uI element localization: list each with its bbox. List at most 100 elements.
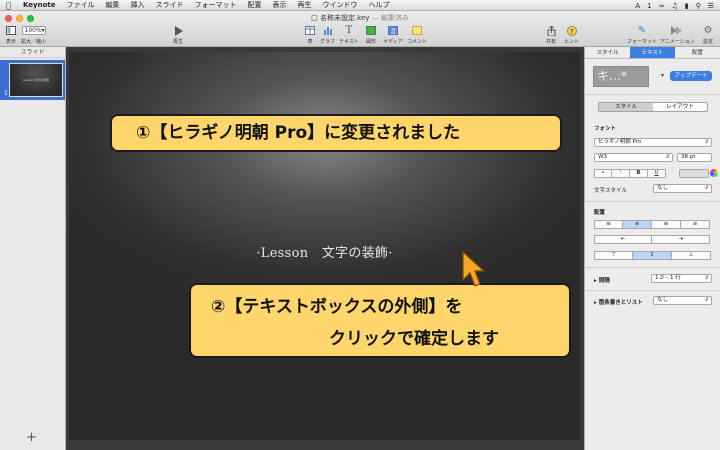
notification-icon[interactable]: ☰ bbox=[708, 2, 714, 10]
menu-slide[interactable]: スライド bbox=[156, 0, 184, 10]
font-family-select[interactable]: ヒラギノ明朝 Pro ⇵ bbox=[594, 138, 712, 147]
animate-icon bbox=[671, 25, 683, 36]
menu-help[interactable]: ヘルプ bbox=[369, 0, 390, 10]
share-icon bbox=[545, 25, 557, 36]
tips-button[interactable]: ? ヒント bbox=[564, 25, 579, 45]
play-icon bbox=[172, 25, 184, 36]
play-label: 再生 bbox=[172, 39, 183, 45]
chart-button[interactable]: グラフ bbox=[320, 25, 335, 45]
zoom-label: 拡大／縮小 bbox=[21, 39, 47, 45]
slide-text-box[interactable]: ·Lesson 文字の装飾· bbox=[69, 242, 580, 261]
format-label: フォーマット bbox=[627, 39, 658, 45]
document-settings-label: 設定 bbox=[702, 39, 713, 45]
animate-button[interactable]: アニメーション bbox=[660, 25, 695, 45]
spotlight-icon[interactable]: ⚲ bbox=[696, 2, 701, 10]
document-name: 名称未設定.key bbox=[319, 14, 370, 22]
shape-button[interactable]: 図形 bbox=[365, 25, 377, 45]
tab-text[interactable]: テキスト bbox=[630, 47, 675, 58]
status-area: A 1 ≈ ♫ ▮ ⚲ ☰ bbox=[635, 0, 714, 11]
document-title: □ 名称未設定.key — 編集済み bbox=[0, 13, 720, 23]
slide[interactable]: ·Lesson 文字の装飾· bbox=[69, 52, 580, 440]
menu-format[interactable]: フォーマット bbox=[195, 0, 237, 10]
horizontal-align-buttons: ≡ ≡ ≡ ≡ bbox=[594, 220, 710, 229]
spacing-disclosure[interactable]: ▸ 間隔 bbox=[594, 276, 610, 284]
divider bbox=[585, 267, 720, 268]
align-left-button[interactable]: ≡ bbox=[594, 220, 623, 229]
comment-button[interactable]: コメント bbox=[407, 25, 427, 45]
align-center-button[interactable]: ≡ bbox=[623, 220, 652, 229]
document-status: — 編集済み bbox=[371, 14, 409, 22]
bullets-label: 箇条書きとリスト bbox=[598, 300, 643, 306]
text-icon: T bbox=[345, 25, 353, 36]
segment-style[interactable]: スタイル bbox=[599, 103, 653, 111]
status-one[interactable]: 1 bbox=[647, 2, 651, 10]
play-button[interactable]: 再生 bbox=[172, 25, 184, 45]
align-right-button[interactable]: ≡ bbox=[652, 220, 681, 229]
update-button[interactable]: アップデート bbox=[670, 71, 712, 81]
tab-arrange[interactable]: 配置 bbox=[675, 47, 720, 58]
align-middle-button[interactable]: ↕ bbox=[633, 251, 672, 260]
menu-window[interactable]: ウインドウ bbox=[323, 0, 358, 10]
spacing-label: 間隔 bbox=[598, 278, 610, 284]
spacing-select[interactable]: 1.0 – 1 行 ⇵ bbox=[651, 274, 712, 283]
chevron-down-icon[interactable]: ▾ bbox=[661, 72, 664, 79]
add-slide-button[interactable]: + bbox=[26, 430, 37, 445]
segment-layout[interactable]: レイアウト bbox=[653, 103, 707, 111]
align-justify-button[interactable]: ≡ bbox=[681, 220, 710, 229]
thumbnail-text: Lesson 文字の装飾 bbox=[22, 78, 50, 82]
text-format-buttons: • ◝ B U bbox=[594, 169, 666, 178]
slide-thumbnail[interactable]: Lesson 文字の装飾 bbox=[9, 63, 63, 97]
chevron-updown-icon: ⇵ bbox=[665, 154, 670, 160]
bullets-select[interactable]: なし ⇵ bbox=[653, 296, 712, 305]
align-bottom-button[interactable]: ⊥ bbox=[672, 251, 711, 260]
menu-play[interactable]: 再生 bbox=[298, 0, 312, 10]
zoom-select[interactable]: 100% ▾ bbox=[21, 26, 46, 35]
battery-icon[interactable]: ▮ bbox=[685, 2, 689, 10]
underline-button[interactable]: U bbox=[648, 169, 666, 178]
menu-edit[interactable]: 編集 bbox=[106, 0, 120, 10]
font-size-field[interactable]: 38 pt bbox=[677, 153, 712, 162]
more-options-button[interactable]: • bbox=[594, 169, 612, 178]
menu-view[interactable]: 表示 bbox=[273, 0, 287, 10]
font-section-label: フォント bbox=[594, 126, 617, 132]
char-style-select[interactable]: なし ⇵ bbox=[653, 184, 712, 193]
bullets-disclosure[interactable]: ▸ 箇条書きとリスト bbox=[594, 298, 643, 306]
text-color-well[interactable] bbox=[679, 169, 709, 178]
text-button[interactable]: T テキスト bbox=[339, 25, 359, 45]
format-button[interactable]: ✎ フォーマット bbox=[627, 25, 657, 45]
table-button[interactable]: 表 bbox=[304, 25, 316, 45]
table-icon bbox=[304, 25, 316, 36]
menu-app[interactable]: Keynote bbox=[23, 1, 56, 9]
menu-bar:  Keynote ファイル 編集 挿入 スライド フォーマット 配置 表示 再… bbox=[0, 0, 720, 11]
slide-thumbnail-selected[interactable]: 1 Lesson 文字の装飾 bbox=[0, 60, 65, 100]
menu-file[interactable]: ファイル bbox=[67, 0, 95, 10]
status-letter-a[interactable]: A bbox=[635, 2, 640, 10]
slide-navigator: スライド 1 Lesson 文字の装飾 + bbox=[0, 47, 66, 450]
apple-menu-icon[interactable]:  bbox=[6, 1, 15, 10]
tab-style[interactable]: スタイル bbox=[585, 47, 630, 58]
media-button[interactable]: ♫ メディア bbox=[383, 25, 403, 45]
wifi-icon[interactable]: ≈ bbox=[659, 2, 665, 10]
increase-indent-button[interactable]: ⇥ bbox=[652, 235, 710, 244]
menu-arrange[interactable]: 配置 bbox=[248, 0, 262, 10]
align-top-button[interactable]: ⊤ bbox=[594, 251, 633, 260]
table-label: 表 bbox=[307, 39, 313, 45]
view-button[interactable]: 表示 bbox=[5, 25, 17, 45]
paragraph-style-preview[interactable]: キ…* bbox=[593, 66, 649, 87]
bold-button[interactable]: B bbox=[630, 169, 648, 178]
shape-icon bbox=[365, 25, 377, 36]
volume-icon[interactable]: ♫ bbox=[671, 2, 677, 10]
svg-text:♫: ♫ bbox=[390, 28, 396, 36]
chevron-updown-icon: ⇵ bbox=[704, 185, 709, 191]
italic-toggle-button[interactable]: ◝ bbox=[612, 169, 630, 178]
zoom-control[interactable]: 100% ▾ 拡大／縮小 bbox=[21, 25, 46, 45]
share-button[interactable]: 共有 bbox=[545, 25, 557, 45]
inspector-tabs: スタイル テキスト 配置 bbox=[585, 47, 720, 59]
divider bbox=[585, 290, 720, 291]
vertical-align-buttons: ⊤ ↕ ⊥ bbox=[594, 251, 711, 260]
font-weight-select[interactable]: W3 ⇵ bbox=[594, 153, 673, 162]
decrease-indent-button[interactable]: ⇤ bbox=[594, 235, 652, 244]
color-wheel-icon[interactable] bbox=[710, 169, 718, 177]
menu-insert[interactable]: 挿入 bbox=[131, 0, 145, 10]
document-settings-button[interactable]: ⚙ 設定 bbox=[702, 25, 714, 45]
